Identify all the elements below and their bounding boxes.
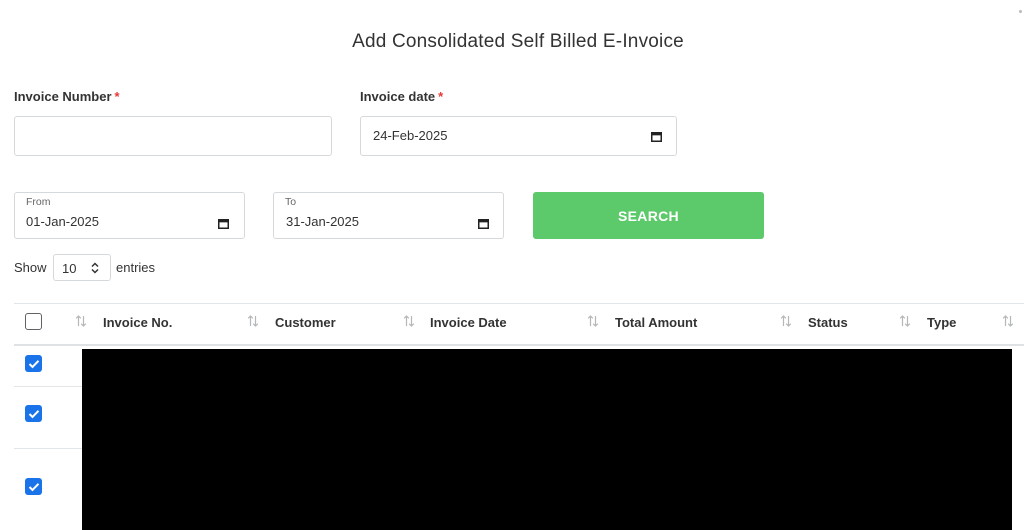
invoice-number-label: Invoice Number * <box>14 89 120 104</box>
to-date-label: To <box>285 196 297 208</box>
entries-select-value: 10 <box>62 261 77 276</box>
row-checkbox[interactable] <box>25 405 42 422</box>
invoice-date-label: Invoice date * <box>360 89 443 104</box>
sort-icon[interactable] <box>247 314 259 328</box>
sort-icon[interactable] <box>1002 314 1014 328</box>
row-divider <box>14 386 84 387</box>
invoice-date-label-text: Invoice date <box>360 89 436 104</box>
to-date-value: 31-Jan-2025 <box>286 214 359 229</box>
invoice-number-input[interactable] <box>14 116 332 156</box>
row-checkbox[interactable] <box>25 355 42 372</box>
sort-icon[interactable] <box>403 314 415 328</box>
column-header-invoice-no[interactable]: Invoice No. <box>103 315 172 330</box>
redacted-table-content <box>82 349 1012 530</box>
invoice-date-value: 24-Feb-2025 <box>373 128 448 143</box>
sort-icon[interactable] <box>899 314 911 328</box>
calendar-icon[interactable] <box>478 218 489 229</box>
required-mark: * <box>438 89 444 104</box>
sort-icon[interactable] <box>587 314 599 328</box>
calendar-icon[interactable] <box>651 131 662 142</box>
column-header-customer[interactable]: Customer <box>275 315 336 330</box>
select-all-checkbox[interactable] <box>25 313 42 330</box>
entries-select[interactable]: 10 <box>53 254 111 281</box>
table-header-border <box>14 344 1024 346</box>
from-date-input[interactable]: From 01-Jan-2025 <box>14 192 245 239</box>
row-checkbox[interactable] <box>25 478 42 495</box>
sort-icon[interactable] <box>75 314 87 328</box>
calendar-icon[interactable] <box>218 218 229 229</box>
entries-label: entries <box>116 260 156 275</box>
search-button[interactable]: SEARCH <box>533 192 764 239</box>
column-header-total-amount[interactable]: Total Amount <box>615 315 697 330</box>
page-title: Add Consolidated Self Billed E-Invoice <box>352 31 684 52</box>
invoice-date-input[interactable]: 24-Feb-2025 <box>360 116 677 156</box>
from-date-value: 01-Jan-2025 <box>26 214 99 229</box>
column-header-type[interactable]: Type <box>927 315 956 330</box>
checkmark-icon <box>28 482 39 491</box>
corner-dot <box>1019 10 1022 13</box>
checkmark-icon <box>28 409 39 418</box>
to-date-input[interactable]: To 31-Jan-2025 <box>273 192 504 239</box>
sort-icon[interactable] <box>780 314 792 328</box>
from-date-label: From <box>26 196 51 208</box>
checkmark-icon <box>28 359 39 368</box>
table-top-border <box>14 303 1024 304</box>
row-divider <box>14 448 84 449</box>
required-mark: * <box>114 89 120 104</box>
column-header-invoice-date[interactable]: Invoice Date <box>430 315 507 330</box>
show-label: Show <box>14 260 47 275</box>
column-header-status[interactable]: Status <box>808 315 848 330</box>
select-arrows-icon <box>91 262 99 274</box>
invoice-number-label-text: Invoice Number <box>14 89 112 104</box>
